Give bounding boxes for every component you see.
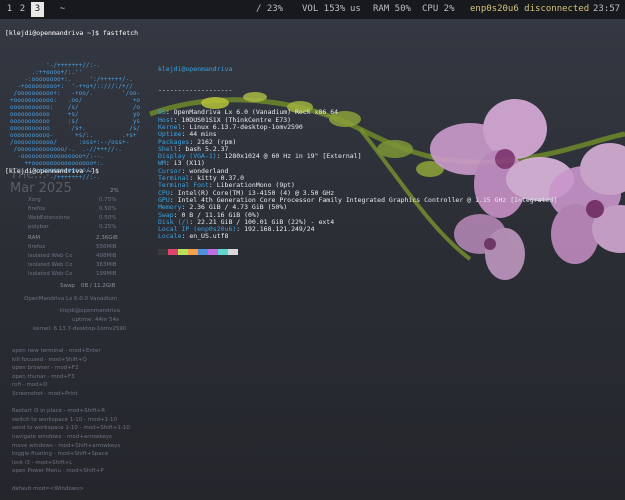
- ascii-logo-line: /oooooooooo+: -+oo/. '/oo-: [10, 90, 141, 97]
- conky-swap-label: Swap: [60, 283, 75, 289]
- ascii-logo-line: -:oooooooo+:. ':/++++++/-.: [10, 76, 133, 83]
- workspace-button-3[interactable]: 3: [31, 2, 44, 17]
- shortcut-line: open thunar - mod+F3: [12, 373, 75, 380]
- workspace-button-1[interactable]: 1: [4, 2, 15, 17]
- conky-os: OpenMandriva Lx 6.0.0 Vanadium: [24, 296, 118, 302]
- conky-mem-proc-value: 498MiB: [96, 253, 117, 259]
- desktop-date-ghost: Mar 2025: [10, 181, 72, 196]
- shortcut-line: send to workspace 1-10 - mod+Shift+1-10: [12, 425, 130, 432]
- shortcut-line: move windows - mod+Shift+arrowkeys: [12, 442, 121, 449]
- conky-mem-proc-value: 556MiB: [96, 244, 117, 250]
- palette-swatch: [228, 248, 238, 255]
- fastfetch-key: Locale: [158, 232, 182, 241]
- conky-mem-proc-value: 199MiB: [96, 271, 117, 277]
- palette-swatch: [208, 248, 218, 255]
- ascii-logo-line: ooooooooooo: /s/ /o: [10, 104, 141, 111]
- shortcut-line: open Power Menu - mod+Shift+P: [12, 468, 104, 475]
- conky-kernel: kernel: 6.13.7-desktop-1omv2590: [33, 326, 127, 332]
- shortcut-line: Screenshot - mod+Print: [12, 391, 78, 397]
- shortcut-line: switch to workspace 1-10 - mod+1-10: [12, 416, 118, 423]
- terminal-command-line: [klejdi@openmandriva ~]$ fastfetch: [5, 29, 139, 37]
- conky-proc-name: polybar: [28, 224, 49, 230]
- terminal-window[interactable]: [klejdi@openmandriva ~]$ fastfetch '-/++…: [0, 29, 625, 255]
- openmandriva-ascii-logo: '-/+++++++//:-. .:++oooo+/:.'' -:ooooooo…: [10, 62, 140, 181]
- cpu-usage: CPU 2%: [422, 4, 455, 14]
- network-status: enp0s20u6 disconnected: [470, 4, 590, 14]
- conky-proc-value: 0.25%: [99, 224, 117, 230]
- ascii-logo-line: ++ooooooooooooooooo+:.: [10, 160, 104, 167]
- fastfetch-value: 192.168.121.249/24: [244, 225, 315, 234]
- fastfetch-separator: -------------------: [158, 86, 233, 95]
- conky-ram-value: 2.36GiB: [96, 235, 118, 241]
- conky-mem-proc-name: Isolated Web Co: [28, 253, 73, 259]
- shortcut-line: lock i3 - mod+Shift+L: [12, 459, 73, 466]
- ram-usage: RAM 50%: [373, 4, 411, 14]
- clock: 23:57: [593, 4, 621, 14]
- desktop-background: 2% Xorg 0.75% firefox 0.50% WebExtension…: [0, 19, 625, 500]
- workspace-button-2[interactable]: 2: [17, 2, 28, 17]
- ascii-logo-line: ooooooooooo +s/ yo: [10, 111, 141, 118]
- palette-swatch: [168, 248, 178, 255]
- ascii-logo-line: /ooooooooooo/ :oss+:--/oss+-: [10, 139, 130, 146]
- ascii-logo-line: .:++oooo+/:.'': [10, 69, 83, 76]
- palette-swatch: [188, 248, 198, 255]
- keyboard-layout[interactable]: us: [350, 0, 361, 19]
- shortcut-line: toggle floating - mod+Shift+Space: [12, 451, 109, 458]
- palette-swatch: [198, 248, 208, 255]
- fastfetch-row: Kernel: Linux 6.13.7-desktop-1omv2590: [158, 122, 303, 131]
- desktop-clock-ghost: The...: [10, 167, 47, 182]
- fastfetch-user-host: klejdi@openmandriva: [158, 64, 233, 73]
- fastfetch-row: Locale: en_US.utf8: [158, 232, 229, 241]
- ascii-logo-line: -+ooooooooo+: '-++o+/::///:/+//: [10, 83, 133, 90]
- ascii-logo-line: ooooooooooo /s+. /s/: [10, 125, 141, 132]
- disk-usage: / 23%: [256, 4, 284, 14]
- conky-swap-value: 0B / 11.2GiB: [81, 283, 116, 289]
- conky-uptime: uptime: 44m 54s: [72, 317, 119, 323]
- volume-indicator[interactable]: VOL 153%: [302, 0, 345, 19]
- palette-swatch: [218, 248, 228, 255]
- ascii-logo-line: /ooooooooooooo/-. .-//+++//-.: [10, 146, 122, 153]
- conky-mem-proc-name: Isolated Web Co: [28, 271, 73, 277]
- fastfetch-value: en_US.utf8: [189, 232, 229, 241]
- shortcut-line: Restart i3 in place - mod+Shift+R: [12, 408, 106, 415]
- palette-swatch: [158, 248, 168, 255]
- conky-mem-proc-name: Isolated Web Co: [28, 262, 73, 268]
- fastfetch-output: klejdi@openmandriva ------------------- …: [158, 51, 557, 257]
- ascii-logo-line: +ooooooooooo: .oo/ +o: [10, 97, 141, 104]
- shortcut-line: rofi - mod+D: [12, 382, 48, 389]
- ascii-logo-line: -ooooooooooooooooo+/:--.: [10, 153, 104, 160]
- conky-host: klejdi@openmandriva: [60, 308, 120, 314]
- palette-swatch: [178, 248, 188, 255]
- ascii-logo-line: ooooooooooo- +s/:. .+s+: [10, 132, 137, 139]
- shortcut-line: navigate windows - mod+arrowkeys: [12, 434, 112, 440]
- conky-mem-proc-value: 363MiB: [96, 262, 117, 268]
- fastfetch-row: Display (VGA-1): 1280x1024 @ 60 Hz in 19…: [158, 152, 362, 161]
- fastfetch-value: 1280x1024 @ 60 Hz in 19" [External]: [224, 152, 362, 161]
- shortcut-line: kill focused - mod+Shift+Q: [12, 356, 87, 363]
- shortcut-line: open browser - mod+F2: [12, 365, 79, 372]
- shortcut-line: open new terminal - mod+Enter: [12, 348, 101, 354]
- top-status-bar: 1 2 3 ~ / 23% VOL 153% us RAM 50% CPU 2%…: [0, 0, 625, 19]
- shortcut-line: default mod=<Windows>: [12, 485, 84, 492]
- color-palette: [158, 248, 557, 257]
- ascii-logo-line: '-/+++++++//:-.: [10, 62, 101, 69]
- conky-ram-label: RAM: [28, 235, 41, 241]
- ascii-logo-line: ooooooooooo :s/ ys: [10, 118, 141, 125]
- conky-mem-proc-name: firefox: [28, 244, 46, 250]
- workspace-button-home[interactable]: ~: [57, 2, 68, 17]
